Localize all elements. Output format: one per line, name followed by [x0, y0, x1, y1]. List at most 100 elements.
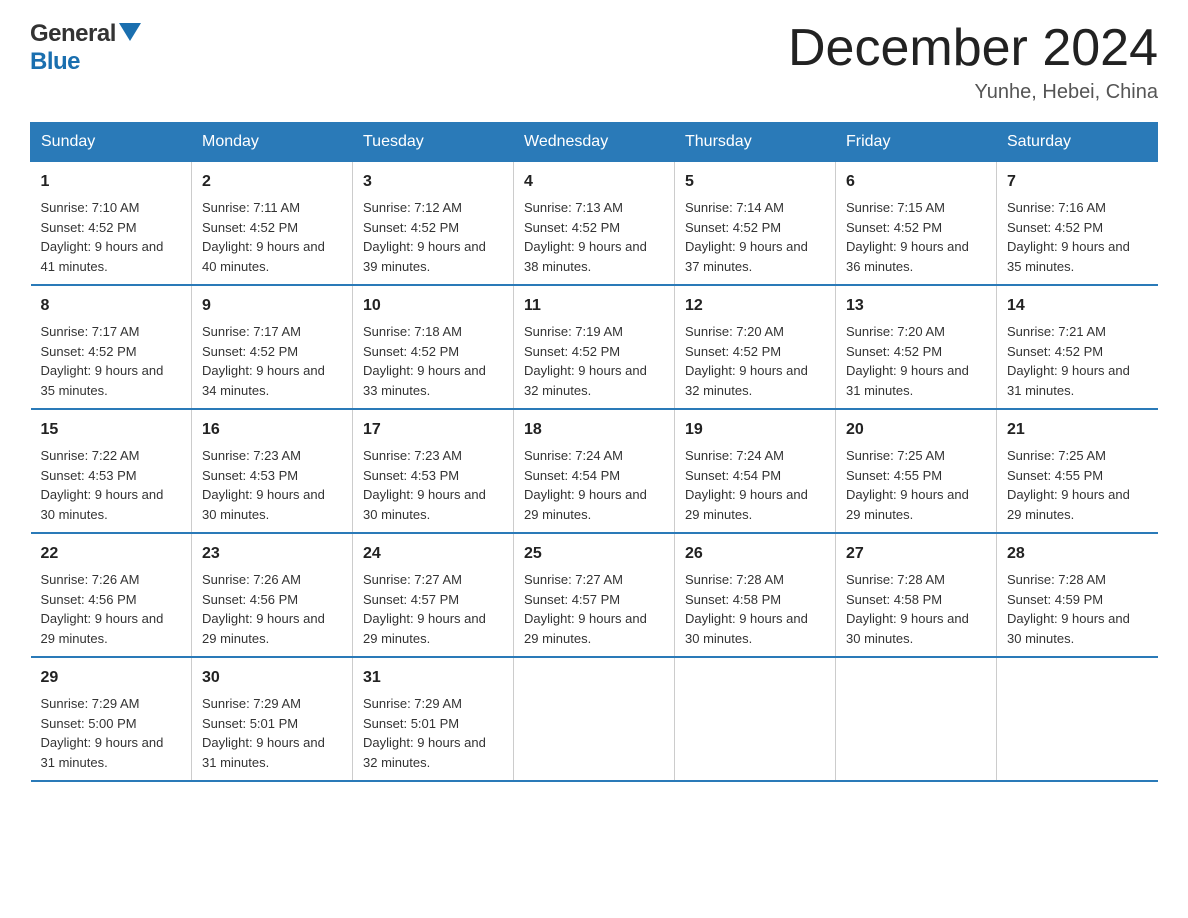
day-number: 11 [524, 294, 664, 318]
calendar-week-row: 29 Sunrise: 7:29 AM Sunset: 5:00 PM Dayl… [31, 657, 1158, 781]
sunrise-label: Sunrise: 7:28 AM [685, 572, 784, 587]
day-number: 12 [685, 294, 825, 318]
sunrise-label: Sunrise: 7:23 AM [363, 448, 462, 463]
table-row: 5 Sunrise: 7:14 AM Sunset: 4:52 PM Dayli… [675, 162, 836, 286]
day-info: Sunrise: 7:16 AM Sunset: 4:52 PM Dayligh… [1007, 198, 1148, 276]
day-number: 14 [1007, 294, 1148, 318]
daylight-label: Daylight: 9 hours and 30 minutes. [41, 487, 164, 522]
calendar-week-row: 1 Sunrise: 7:10 AM Sunset: 4:52 PM Dayli… [31, 162, 1158, 286]
sunset-label: Sunset: 4:53 PM [363, 468, 459, 483]
daylight-label: Daylight: 9 hours and 32 minutes. [524, 363, 647, 398]
daylight-label: Daylight: 9 hours and 29 minutes. [202, 611, 325, 646]
day-number: 1 [41, 170, 182, 194]
sunrise-label: Sunrise: 7:27 AM [363, 572, 462, 587]
day-info: Sunrise: 7:23 AM Sunset: 4:53 PM Dayligh… [363, 446, 503, 524]
day-number: 2 [202, 170, 342, 194]
sunset-label: Sunset: 4:54 PM [524, 468, 620, 483]
sunset-label: Sunset: 4:58 PM [685, 592, 781, 607]
daylight-label: Daylight: 9 hours and 29 minutes. [363, 611, 486, 646]
header-tuesday: Tuesday [353, 123, 514, 162]
sunrise-label: Sunrise: 7:16 AM [1007, 200, 1106, 215]
sunset-label: Sunset: 4:52 PM [846, 344, 942, 359]
day-number: 23 [202, 542, 342, 566]
sunset-label: Sunset: 4:52 PM [363, 220, 459, 235]
daylight-label: Daylight: 9 hours and 30 minutes. [846, 611, 969, 646]
day-info: Sunrise: 7:14 AM Sunset: 4:52 PM Dayligh… [685, 198, 825, 276]
daylight-label: Daylight: 9 hours and 32 minutes. [363, 735, 486, 770]
sunrise-label: Sunrise: 7:22 AM [41, 448, 140, 463]
day-number: 25 [524, 542, 664, 566]
sunrise-label: Sunrise: 7:26 AM [41, 572, 140, 587]
day-info: Sunrise: 7:24 AM Sunset: 4:54 PM Dayligh… [685, 446, 825, 524]
daylight-label: Daylight: 9 hours and 35 minutes. [1007, 239, 1130, 274]
sunrise-label: Sunrise: 7:24 AM [685, 448, 784, 463]
day-info: Sunrise: 7:12 AM Sunset: 4:52 PM Dayligh… [363, 198, 503, 276]
daylight-label: Daylight: 9 hours and 29 minutes. [846, 487, 969, 522]
daylight-label: Daylight: 9 hours and 31 minutes. [1007, 363, 1130, 398]
daylight-label: Daylight: 9 hours and 29 minutes. [685, 487, 808, 522]
daylight-label: Daylight: 9 hours and 35 minutes. [41, 363, 164, 398]
daylight-label: Daylight: 9 hours and 34 minutes. [202, 363, 325, 398]
day-number: 15 [41, 418, 182, 442]
day-info: Sunrise: 7:17 AM Sunset: 4:52 PM Dayligh… [41, 322, 182, 400]
table-row [836, 657, 997, 781]
sunset-label: Sunset: 4:55 PM [846, 468, 942, 483]
logo-general-line: General [30, 20, 141, 48]
table-row: 17 Sunrise: 7:23 AM Sunset: 4:53 PM Dayl… [353, 409, 514, 533]
table-row: 2 Sunrise: 7:11 AM Sunset: 4:52 PM Dayli… [192, 162, 353, 286]
sunset-label: Sunset: 4:56 PM [41, 592, 137, 607]
daylight-label: Daylight: 9 hours and 29 minutes. [524, 487, 647, 522]
day-number: 8 [41, 294, 182, 318]
sunset-label: Sunset: 5:01 PM [202, 716, 298, 731]
table-row: 24 Sunrise: 7:27 AM Sunset: 4:57 PM Dayl… [353, 533, 514, 657]
table-row [675, 657, 836, 781]
table-row: 9 Sunrise: 7:17 AM Sunset: 4:52 PM Dayli… [192, 285, 353, 409]
day-number: 5 [685, 170, 825, 194]
day-info: Sunrise: 7:29 AM Sunset: 5:01 PM Dayligh… [202, 694, 342, 772]
day-number: 24 [363, 542, 503, 566]
daylight-label: Daylight: 9 hours and 30 minutes. [1007, 611, 1130, 646]
sunset-label: Sunset: 4:52 PM [202, 344, 298, 359]
sunrise-label: Sunrise: 7:19 AM [524, 324, 623, 339]
sunset-label: Sunset: 4:55 PM [1007, 468, 1103, 483]
table-row: 16 Sunrise: 7:23 AM Sunset: 4:53 PM Dayl… [192, 409, 353, 533]
day-info: Sunrise: 7:27 AM Sunset: 4:57 PM Dayligh… [363, 570, 503, 648]
header-thursday: Thursday [675, 123, 836, 162]
sunrise-label: Sunrise: 7:15 AM [846, 200, 945, 215]
daylight-label: Daylight: 9 hours and 37 minutes. [685, 239, 808, 274]
sunrise-label: Sunrise: 7:23 AM [202, 448, 301, 463]
daylight-label: Daylight: 9 hours and 31 minutes. [846, 363, 969, 398]
table-row: 28 Sunrise: 7:28 AM Sunset: 4:59 PM Dayl… [997, 533, 1158, 657]
header-wednesday: Wednesday [514, 123, 675, 162]
table-row: 3 Sunrise: 7:12 AM Sunset: 4:52 PM Dayli… [353, 162, 514, 286]
table-row: 30 Sunrise: 7:29 AM Sunset: 5:01 PM Dayl… [192, 657, 353, 781]
day-info: Sunrise: 7:20 AM Sunset: 4:52 PM Dayligh… [846, 322, 986, 400]
table-row: 31 Sunrise: 7:29 AM Sunset: 5:01 PM Dayl… [353, 657, 514, 781]
table-row: 6 Sunrise: 7:15 AM Sunset: 4:52 PM Dayli… [836, 162, 997, 286]
daylight-label: Daylight: 9 hours and 41 minutes. [41, 239, 164, 274]
daylight-label: Daylight: 9 hours and 29 minutes. [41, 611, 164, 646]
sunset-label: Sunset: 5:01 PM [363, 716, 459, 731]
sunset-label: Sunset: 4:54 PM [685, 468, 781, 483]
day-info: Sunrise: 7:28 AM Sunset: 4:58 PM Dayligh… [846, 570, 986, 648]
day-info: Sunrise: 7:17 AM Sunset: 4:52 PM Dayligh… [202, 322, 342, 400]
logo-triangle-icon [119, 23, 141, 41]
day-number: 3 [363, 170, 503, 194]
sunset-label: Sunset: 4:52 PM [1007, 344, 1103, 359]
day-info: Sunrise: 7:28 AM Sunset: 4:59 PM Dayligh… [1007, 570, 1148, 648]
day-number: 26 [685, 542, 825, 566]
header-friday: Friday [836, 123, 997, 162]
table-row: 20 Sunrise: 7:25 AM Sunset: 4:55 PM Dayl… [836, 409, 997, 533]
header-saturday: Saturday [997, 123, 1158, 162]
table-row: 4 Sunrise: 7:13 AM Sunset: 4:52 PM Dayli… [514, 162, 675, 286]
day-info: Sunrise: 7:29 AM Sunset: 5:01 PM Dayligh… [363, 694, 503, 772]
sunset-label: Sunset: 4:52 PM [524, 220, 620, 235]
table-row: 18 Sunrise: 7:24 AM Sunset: 4:54 PM Dayl… [514, 409, 675, 533]
sunrise-label: Sunrise: 7:29 AM [41, 696, 140, 711]
sunset-label: Sunset: 4:52 PM [41, 344, 137, 359]
daylight-label: Daylight: 9 hours and 30 minutes. [363, 487, 486, 522]
daylight-label: Daylight: 9 hours and 38 minutes. [524, 239, 647, 274]
sunset-label: Sunset: 5:00 PM [41, 716, 137, 731]
day-info: Sunrise: 7:29 AM Sunset: 5:00 PM Dayligh… [41, 694, 182, 772]
table-row: 7 Sunrise: 7:16 AM Sunset: 4:52 PM Dayli… [997, 162, 1158, 286]
